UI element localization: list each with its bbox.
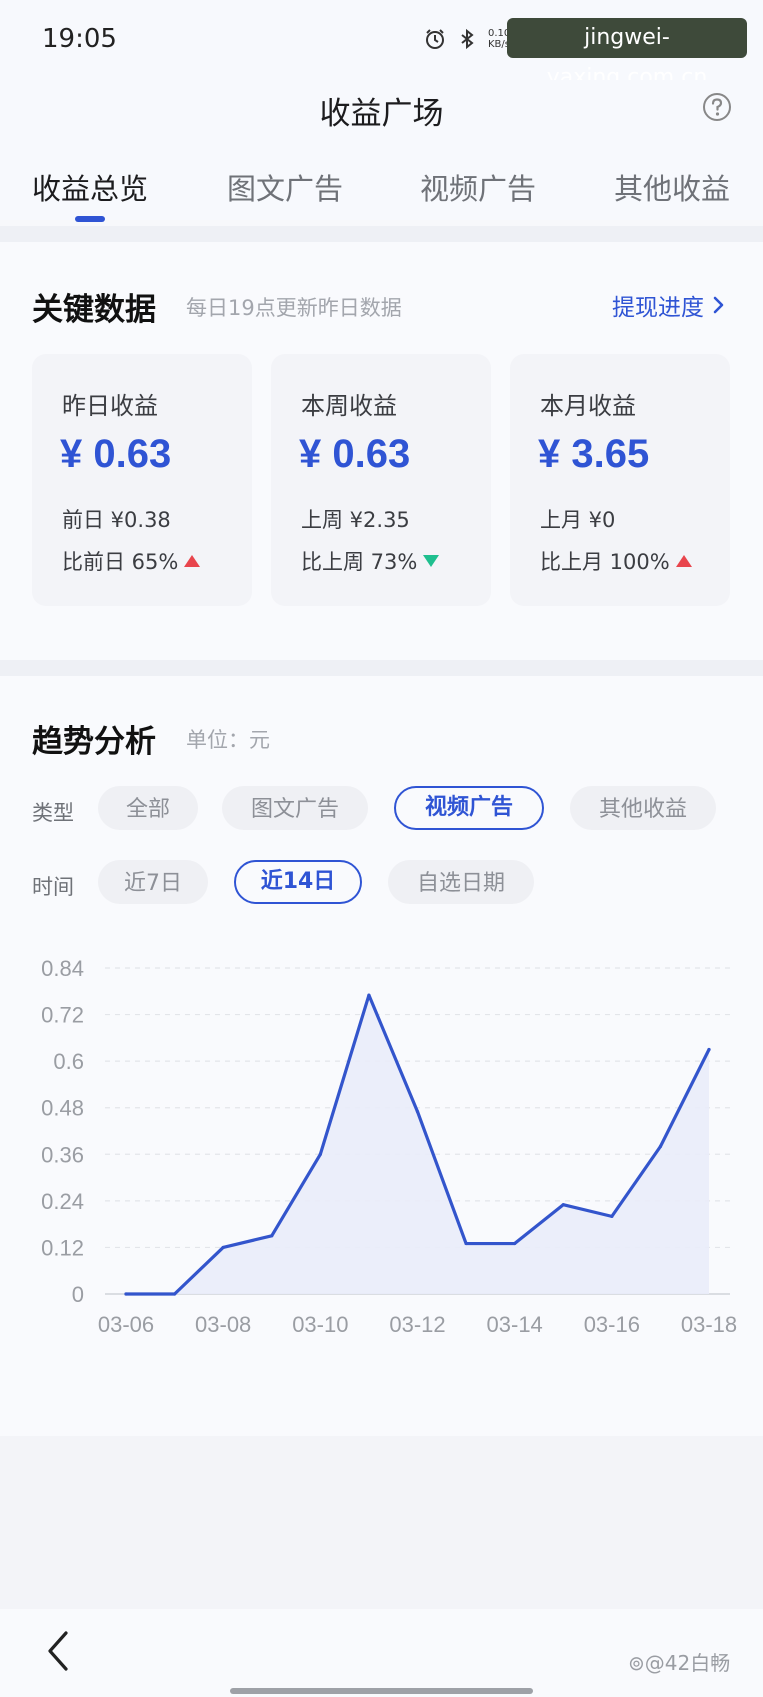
trend-unit: 单位：元 [186,728,270,752]
y-tick-label: 0.12 [41,1235,84,1260]
type-filter-label: 类型 [32,801,74,825]
x-tick-label: 03-12 [389,1312,445,1337]
data-point [464,1241,468,1246]
card-value: ¥ 0.63 [299,432,411,476]
back-arrow-icon[interactable] [44,1629,74,1673]
type-chip-image-ads[interactable]: 图文广告 [222,786,368,830]
watermark-user: ⊚@42白畅 [628,1651,731,1675]
data-point [707,1047,711,1052]
tab-other-income[interactable]: 其他收益 [614,166,730,208]
type-chip-video-ads[interactable]: 视频广告 [394,786,544,830]
x-tick-label: 03-08 [195,1312,251,1337]
data-point [513,1241,517,1246]
y-tick-label: 0.36 [41,1142,84,1167]
key-data-section: 关键数据 每日19点更新昨日数据 提现进度 昨日收益 ¥ 0.63 前日 ¥0.… [0,242,763,660]
y-tick-label: 0.24 [41,1189,84,1214]
tab-video-ads[interactable]: 视频广告 [420,166,536,208]
page-title: 收益广场 [319,96,444,132]
card-previous: 上周 ¥2.35 [301,508,410,532]
x-tick-label: 03-14 [487,1312,543,1337]
time-chip-7-days[interactable]: 近7日 [98,860,208,904]
card-label: 昨日收益 [62,392,158,420]
status-time: 19:05 [42,24,117,54]
withdraw-progress-label: 提现进度 [612,295,704,321]
bottom-spacer [0,1436,763,1609]
trend-down-icon [423,555,440,567]
y-tick-label: 0.72 [41,1003,84,1028]
card-previous: 上月 ¥0 [540,508,616,532]
y-tick-label: 0.48 [41,1096,84,1121]
x-tick-label: 03-18 [681,1312,737,1337]
trend-chart: 0 0.12 0.24 0.36 0.48 0.6 0.72 0.84 03-06 03-08 03… [41,956,737,1337]
header: 收益广场 收益总览 图文广告 视频广告 其他收益 [0,80,763,222]
card-compare: 比上月 100% [540,546,692,576]
help-icon[interactable] [701,91,733,123]
status-bar: 19:05 0.10 KB/s jingwei-yaxing.com.cn [0,0,763,90]
bottom-nav-bar: ⊚@42白畅 [0,1609,763,1697]
data-point [270,1234,274,1238]
alarm-icon [426,29,444,49]
chevron-right-icon [713,296,724,314]
time-filter-label: 时间 [32,875,74,899]
card-value: ¥ 3.65 [538,432,650,476]
card-label: 本周收益 [301,392,397,420]
active-tab-indicator [75,216,105,222]
card-value: ¥ 0.63 [60,432,172,476]
key-data-title: 关键数据 [32,292,156,328]
trend-up-icon [675,555,692,567]
series-area [126,995,709,1294]
tab-bar: 收益总览 图文广告 视频广告 其他收益 [0,166,763,220]
data-point [610,1214,614,1218]
time-chip-14-days[interactable]: 近14日 [234,860,362,904]
card-previous: 前日 ¥0.38 [62,508,171,532]
y-tick-label: 0.84 [41,956,84,981]
data-point [415,1109,420,1114]
trend-section: 趋势分析 单位：元 类型 全部 图文广告 视频广告 其他收益 时间 近7日 近1… [0,676,763,1436]
y-tick-label: 0.6 [53,1049,84,1074]
x-tick-label: 03-06 [98,1312,154,1337]
y-tick-label: 0 [72,1282,84,1307]
key-data-subtitle: 每日19点更新昨日数据 [186,296,402,320]
withdraw-progress-link[interactable]: 提现进度 [612,288,726,322]
card-compare-text: 比前日 65% [62,550,179,574]
status-icons: 0.10 KB/s [424,28,510,50]
data-point [318,1152,322,1156]
data-point [124,1292,128,1296]
bluetooth-icon [461,28,474,50]
time-chip-custom-date[interactable]: 自选日期 [388,860,534,904]
trend-title: 趋势分析 [32,724,156,760]
data-point [221,1245,225,1250]
section-divider [0,660,763,676]
home-indicator[interactable] [230,1688,533,1694]
x-tick-label: 03-16 [584,1312,640,1337]
x-tick-label: 03-10 [292,1312,348,1337]
tab-image-ads[interactable]: 图文广告 [227,166,343,208]
stat-card-this-week[interactable]: 本周收益 ¥ 0.63 上周 ¥2.35 比上周 73% [271,354,491,606]
stat-card-yesterday[interactable]: 昨日收益 ¥ 0.63 前日 ¥0.38 比前日 65% [32,354,252,606]
card-compare-text: 比上月 100% [540,550,670,574]
watermark-url: jingwei-yaxing.com.cn [507,18,747,90]
card-compare: 比上周 73% [301,546,440,576]
section-divider [0,226,763,242]
data-point [367,993,371,997]
type-chip-all[interactable]: 全部 [98,786,198,830]
stat-card-this-month[interactable]: 本月收益 ¥ 3.65 上月 ¥0 比上月 100% [510,354,730,606]
type-chip-other-income[interactable]: 其他收益 [570,786,716,830]
card-compare-text: 比上周 73% [301,550,418,574]
card-label: 本月收益 [540,392,636,420]
data-point [561,1203,565,1207]
data-point [172,1292,177,1296]
tab-overview[interactable]: 收益总览 [32,166,148,208]
card-compare: 比前日 65% [62,546,201,576]
trend-up-icon [184,555,201,567]
data-point [658,1144,663,1149]
